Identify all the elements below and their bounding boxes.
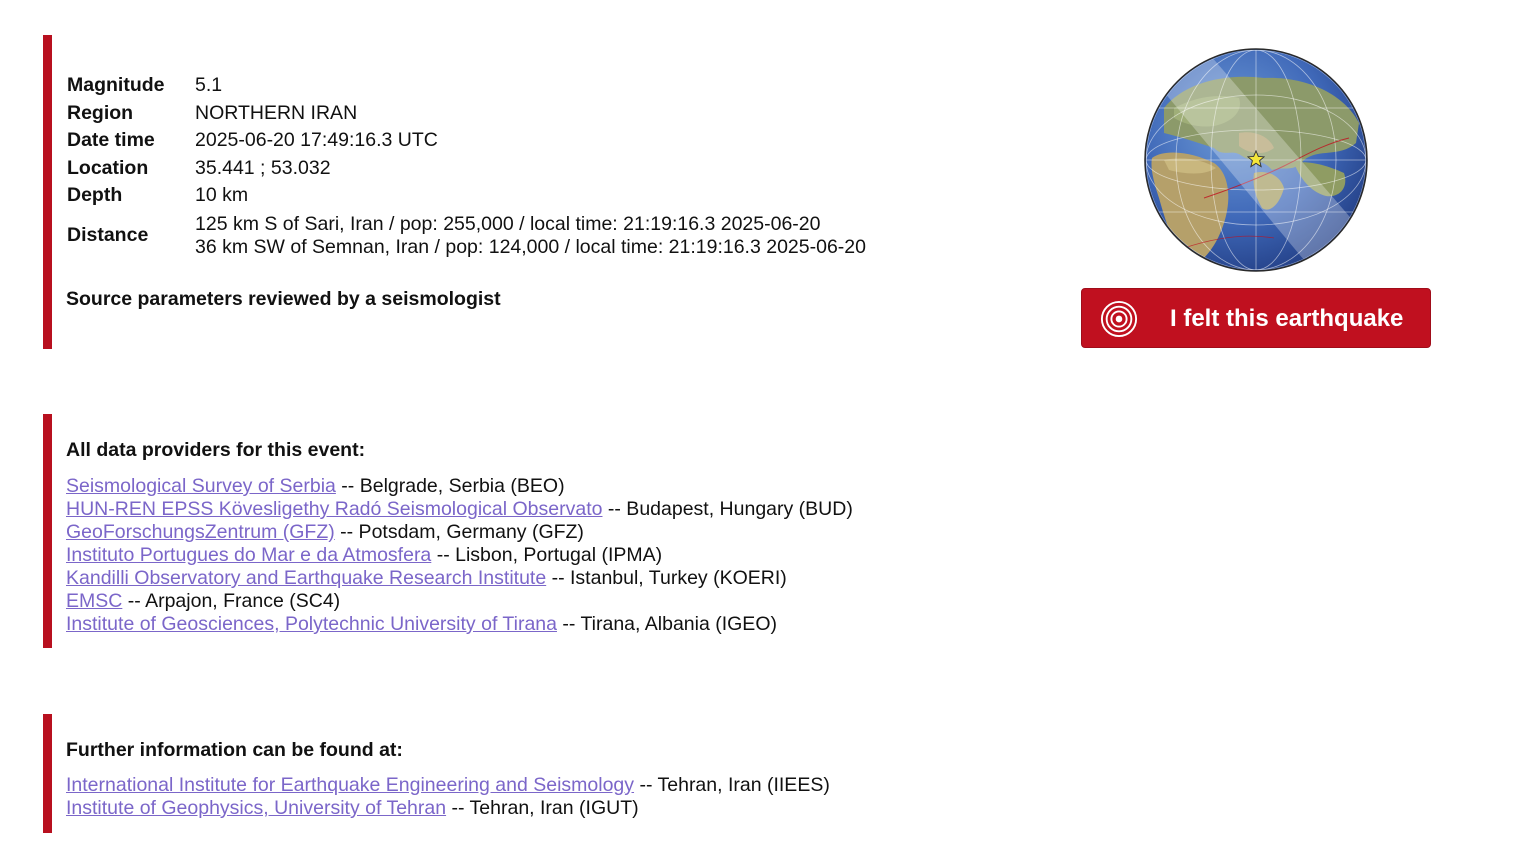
data-providers-section: All data providers for this event: Seism… [43,414,1003,648]
page: Magnitude 5.1 Region NORTHERN IRAN Date … [0,0,1522,852]
provider-link-sc4[interactable]: EMSC [66,590,122,612]
datetime-label: Date time [67,129,155,152]
distance-values: 125 km S of Sari, Iran / pop: 255,000 / … [195,210,866,262]
datetime-value: 2025-06-20 17:49:16.3 UTC [195,129,438,152]
list-item: Instituto Portugues do Mar e da Atmosfer… [66,544,853,567]
region-row: Region NORTHERN IRAN [67,100,866,128]
distance-line: 125 km S of Sari, Iran / pop: 255,000 / … [195,212,821,235]
location-row: Location 35.441 ; 53.032 [67,155,866,183]
provider-link-gfz[interactable]: GeoForschungsZentrum (GFZ) [66,521,335,543]
further-location: -- Tehran, Iran (IIEES) [634,774,830,796]
datetime-row: Date time 2025-06-20 17:49:16.3 UTC [67,127,866,155]
provider-link-igeo[interactable]: Institute of Geosciences, Polytechnic Un… [66,613,557,635]
provider-link-bud[interactable]: HUN-REN EPSS Kövesligethy Radó Seismolog… [66,498,602,520]
magnitude-row: Magnitude 5.1 [67,72,866,100]
felt-earthquake-button[interactable]: I felt this earthquake [1081,288,1431,348]
location-label: Location [67,156,149,179]
reviewed-note: Source parameters reviewed by a seismolo… [66,288,501,310]
concentric-target-icon [1100,300,1138,338]
depth-label: Depth [67,184,123,207]
distance-label: Distance [67,224,149,246]
list-item: Kandilli Observatory and Earthquake Rese… [66,567,853,590]
list-item: EMSC -- Arpajon, France (SC4) [66,590,853,613]
magnitude-value: 5.1 [195,74,223,97]
further-location: -- Tehran, Iran (IGUT) [446,797,639,819]
further-list: International Institute for Earthquake E… [66,774,830,820]
list-item: Seismological Survey of Serbia -- Belgra… [66,475,853,498]
further-information-section: Further information can be found at: Int… [43,714,1003,833]
providers-list: Seismological Survey of Serbia -- Belgra… [66,475,853,636]
event-details-table: Magnitude 5.1 Region NORTHERN IRAN Date … [67,72,866,262]
provider-link-beo[interactable]: Seismological Survey of Serbia [66,475,336,497]
event-details-section: Magnitude 5.1 Region NORTHERN IRAN Date … [43,35,1003,349]
list-item: Institute of Geosciences, Polytechnic Un… [66,613,853,636]
providers-heading: All data providers for this event: [66,439,366,461]
distance-row: Distance 125 km S of Sari, Iran / pop: 2… [67,210,866,262]
further-link-igut[interactable]: Institute of Geophysics, University of T… [66,797,446,819]
list-item: International Institute for Earthquake E… [66,774,830,797]
provider-link-ipma[interactable]: Instituto Portugues do Mar e da Atmosfer… [66,544,431,566]
star-icon [1247,150,1265,168]
provider-location: -- Istanbul, Turkey (KOERI) [546,567,787,589]
list-item: HUN-REN EPSS Kövesligethy Radó Seismolog… [66,498,853,521]
provider-link-koeri[interactable]: Kandilli Observatory and Earthquake Rese… [66,567,546,589]
provider-location: -- Belgrade, Serbia (BEO) [335,475,565,497]
further-link-iiees[interactable]: International Institute for Earthquake E… [66,774,634,796]
region-label: Region [67,101,134,124]
provider-location: -- Arpajon, France (SC4) [122,590,341,612]
provider-location: -- Budapest, Hungary (BUD) [602,498,853,520]
region-value: NORTHERN IRAN [195,101,358,124]
list-item: GeoForschungsZentrum (GFZ) -- Potsdam, G… [66,521,853,544]
depth-row: Depth 10 km [67,182,866,210]
location-value: 35.441 ; 53.032 [195,156,331,179]
depth-value: 10 km [195,184,249,207]
felt-earthquake-label: I felt this earthquake [1170,305,1404,332]
provider-location: -- Potsdam, Germany (GFZ) [334,521,584,543]
provider-location: -- Lisbon, Portugal (IPMA) [431,544,663,566]
distance-line: 36 km SW of Semnan, Iran / pop: 124,000 … [195,235,866,258]
further-heading: Further information can be found at: [66,739,403,761]
provider-location: -- Tirana, Albania (IGEO) [556,613,777,635]
magnitude-label: Magnitude [67,74,165,97]
list-item: Institute of Geophysics, University of T… [66,797,830,820]
